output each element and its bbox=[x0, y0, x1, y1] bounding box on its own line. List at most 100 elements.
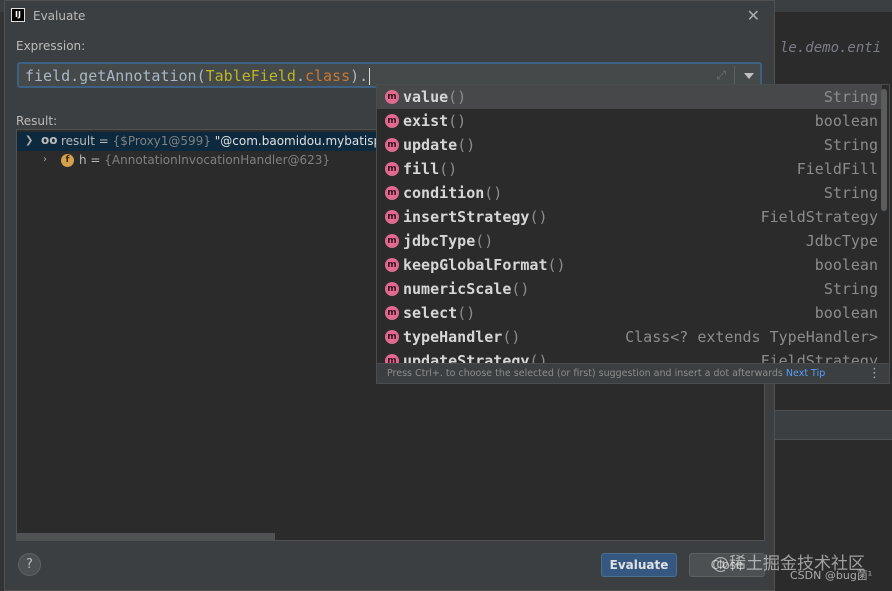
horizontal-scrollbar[interactable] bbox=[17, 533, 275, 540]
result-row-text: result = {$Proxy1@599} "@com.baomidou.my… bbox=[61, 134, 398, 148]
completion-item-name: typeHandler() bbox=[403, 328, 520, 346]
completion-item-name: update() bbox=[403, 136, 475, 154]
completion-item-type: String bbox=[823, 184, 878, 202]
completion-item[interactable]: m fill() FieldFill bbox=[377, 157, 882, 181]
method-icon: m bbox=[385, 186, 399, 200]
method-icon: m bbox=[385, 210, 399, 224]
watch-glasses-icon: oo bbox=[41, 133, 58, 147]
title-bar: IJ Evaluate ✕ bbox=[5, 1, 774, 31]
completion-item[interactable]: m updateStrategy() FieldStrategy bbox=[377, 349, 882, 363]
expression-part-call: field.getAnnotation( bbox=[25, 67, 206, 85]
result-value: "@com.baomidou.mybatisplus bbox=[214, 134, 399, 148]
completion-item-name: condition() bbox=[403, 184, 502, 202]
completion-hint: Press Ctrl+. to choose the selected (or … bbox=[387, 368, 825, 379]
completion-item-name: select() bbox=[403, 304, 475, 322]
completion-item-type: Class<? extends TypeHandler> bbox=[625, 328, 878, 346]
completion-item[interactable]: m condition() String bbox=[377, 181, 882, 205]
completion-method-name: numericScale bbox=[403, 280, 512, 298]
completion-method-name: exist bbox=[403, 112, 449, 130]
completion-scrollbar[interactable] bbox=[881, 89, 887, 211]
completion-item-type: boolean bbox=[814, 256, 878, 274]
completion-parens: () bbox=[439, 160, 458, 178]
completion-item-name: keepGlobalFormat() bbox=[403, 256, 566, 274]
completion-item-type: JdbcType bbox=[805, 232, 878, 250]
completion-parens: () bbox=[484, 184, 503, 202]
completion-hint-text: Press Ctrl+. to choose the selected (or … bbox=[387, 368, 786, 379]
completion-list[interactable]: m value() String m exist() boolean m update() St… bbox=[377, 85, 882, 363]
completion-item-type: FieldFill bbox=[796, 160, 878, 178]
completion-item[interactable]: m update() String bbox=[377, 133, 882, 157]
completion-item-name: value() bbox=[403, 88, 466, 106]
h-var-name: h bbox=[79, 153, 87, 167]
completion-item-name: numericScale() bbox=[403, 280, 529, 298]
h-type: {AnnotationInvocationHandler@623} bbox=[104, 153, 331, 167]
completion-method-name: fill bbox=[403, 160, 440, 178]
ide-code-snippet: le.demo.enti bbox=[780, 40, 882, 56]
evaluate-button[interactable]: Evaluate bbox=[601, 553, 677, 577]
dropdown-separator bbox=[734, 66, 735, 84]
help-button[interactable]: ? bbox=[18, 553, 41, 576]
chevron-right-icon[interactable]: › bbox=[43, 154, 47, 165]
tree-row-h[interactable]: › f h = {AnnotationInvocationHandler@623… bbox=[17, 151, 389, 170]
completion-method-name: jdbcType bbox=[403, 232, 476, 250]
completion-item[interactable]: m keepGlobalFormat() boolean bbox=[377, 253, 882, 277]
expand-icon[interactable]: ⤢ bbox=[716, 68, 726, 83]
completion-parens: () bbox=[457, 136, 476, 154]
completion-item[interactable]: m select() boolean bbox=[377, 301, 882, 325]
completion-item-type: String bbox=[823, 88, 878, 106]
completion-method-name: select bbox=[403, 304, 458, 322]
completion-item-type: FieldStrategy bbox=[760, 352, 878, 363]
completion-item-type: String bbox=[823, 280, 878, 298]
method-icon: m bbox=[385, 114, 399, 128]
h-eq: = bbox=[86, 153, 105, 167]
completion-item-type: boolean bbox=[814, 112, 878, 130]
completion-item-type: boolean bbox=[814, 304, 878, 322]
history-dropdown-icon[interactable] bbox=[744, 73, 754, 79]
completion-method-name: update bbox=[403, 136, 458, 154]
completion-footer: Press Ctrl+. to choose the selected (or … bbox=[377, 363, 889, 383]
completion-item-type: String bbox=[823, 136, 878, 154]
completion-parens: () bbox=[547, 256, 566, 274]
completion-parens: () bbox=[448, 112, 467, 130]
tree-row-result[interactable]: ❯ oo result = {$Proxy1@599} "@com.baomid… bbox=[17, 132, 398, 151]
completion-method-name: keepGlobalFormat bbox=[403, 256, 548, 274]
completion-item[interactable]: m numericScale() String bbox=[377, 277, 882, 301]
completion-item-name: fill() bbox=[403, 160, 457, 178]
more-vertical-icon[interactable]: ⋮ bbox=[868, 366, 881, 381]
h-row-text: h = {AnnotationInvocationHandler@623} bbox=[79, 153, 330, 167]
completion-item[interactable]: m value() String bbox=[377, 85, 882, 109]
expression-part-dot: . bbox=[295, 67, 305, 85]
method-icon: m bbox=[385, 330, 399, 344]
completion-item[interactable]: m typeHandler() Class<? extends TypeHandle… bbox=[377, 325, 882, 349]
completion-parens: () bbox=[475, 232, 494, 250]
completion-parens: () bbox=[529, 208, 548, 226]
next-tip-link[interactable]: Next Tip bbox=[786, 368, 825, 379]
completion-item-name: jdbcType() bbox=[403, 232, 493, 250]
completion-item-name: exist() bbox=[403, 112, 466, 130]
ide-panel-strip bbox=[775, 410, 892, 440]
method-icon: m bbox=[385, 282, 399, 296]
result-eq: = bbox=[94, 134, 113, 148]
result-var-name: result bbox=[61, 134, 95, 148]
completion-parens: () bbox=[511, 280, 530, 298]
completion-parens: () bbox=[529, 352, 548, 363]
close-icon[interactable]: ✕ bbox=[747, 6, 760, 25]
expression-part-close: ). bbox=[350, 67, 369, 85]
method-icon: m bbox=[385, 162, 399, 176]
completion-item[interactable]: m insertStrategy() FieldStrategy bbox=[377, 205, 882, 229]
text-caret bbox=[369, 68, 371, 85]
dialog-title: Evaluate bbox=[33, 9, 86, 23]
completion-method-name: value bbox=[403, 88, 449, 106]
completion-item[interactable]: m exist() boolean bbox=[377, 109, 882, 133]
expression-text[interactable]: field.getAnnotation(TableField.class). bbox=[25, 67, 371, 85]
completion-parens: () bbox=[448, 88, 467, 106]
result-type: {$Proxy1@599} bbox=[112, 134, 215, 148]
expression-part-class-name: TableField bbox=[205, 67, 296, 85]
method-icon: m bbox=[385, 234, 399, 248]
completion-item[interactable]: m jdbcType() JdbcType bbox=[377, 229, 882, 253]
method-icon: m bbox=[385, 138, 399, 152]
intellij-icon: IJ bbox=[11, 8, 25, 22]
completion-popup: m value() String m exist() boolean m update() St… bbox=[376, 84, 890, 384]
completion-method-name: insertStrategy bbox=[403, 208, 530, 226]
chevron-down-icon[interactable]: ❯ bbox=[25, 135, 33, 146]
